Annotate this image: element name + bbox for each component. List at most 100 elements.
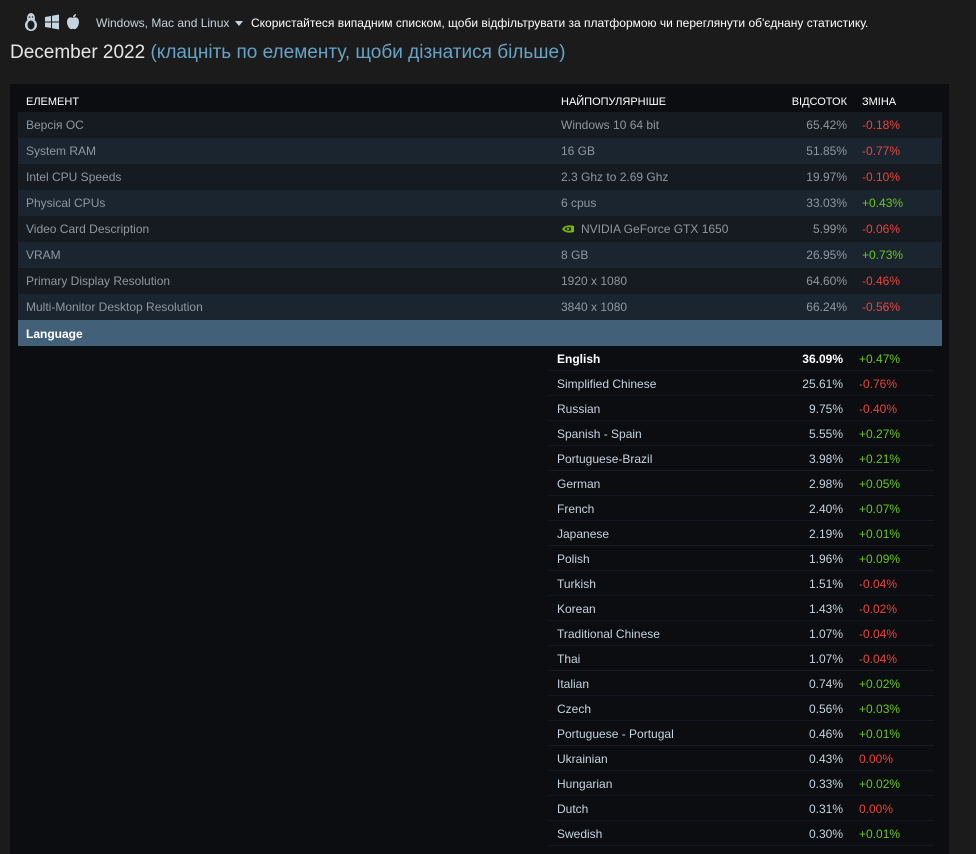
table-row[interactable]: Primary Display Resolution 1920 x 1080 6…	[18, 268, 942, 294]
language-change: +0.09%	[859, 552, 901, 566]
apple-icon[interactable]	[65, 13, 81, 31]
nvidia-icon	[562, 225, 574, 233]
row-percent: 19.97%	[806, 170, 847, 184]
row-change: -0.10%	[862, 170, 901, 184]
language-percent: 1.43%	[808, 602, 843, 616]
row-popular: 2.3 Ghz to 2.69 Ghz	[561, 170, 669, 184]
list-item: Czech 0.56% +0.03%	[549, 696, 934, 721]
table-row[interactable]: Intel CPU Speeds 2.3 Ghz to 2.69 Ghz 19.…	[18, 164, 942, 190]
language-percent: 0.46%	[808, 727, 843, 741]
language-percent: 0.74%	[808, 677, 843, 691]
language-name: Japanese	[557, 527, 610, 541]
language-name: German	[557, 477, 601, 491]
language-change: +0.02%	[859, 777, 901, 791]
language-change: -0.04%	[859, 627, 898, 641]
list-item: Thai 1.07% -0.04%	[549, 646, 934, 671]
row-percent: 5.99%	[812, 222, 847, 236]
language-percent: 5.55%	[808, 427, 843, 441]
table-row[interactable]: System RAM 16 GB 51.85% -0.77%	[18, 138, 942, 164]
language-name: Dutch	[557, 802, 589, 816]
language-name: Czech	[557, 702, 592, 716]
language-change: +0.07%	[859, 502, 901, 516]
language-name: Italian	[557, 677, 590, 691]
page-title: December 2022 (клацніть по елементу, щоб…	[10, 42, 565, 64]
list-item: Traditional Chinese 1.07% -0.04%	[549, 621, 934, 646]
language-name: Thai	[557, 652, 581, 666]
language-name: Polish	[557, 552, 590, 566]
row-item: Video Card Description	[26, 222, 150, 236]
header-item: ЕЛЕМЕНТ	[26, 96, 80, 108]
row-popular: Windows 10 64 bit	[561, 118, 660, 132]
row-change: +0.73%	[862, 248, 904, 262]
table-row[interactable]: Physical CPUs 6 cpus 33.03% +0.43%	[18, 190, 942, 216]
row-popular-text: NVIDIA GeForce GTX 1650	[581, 222, 729, 236]
language-percent: 0.30%	[808, 827, 843, 841]
list-item: German 2.98% +0.05%	[549, 471, 934, 496]
list-item: Simplified Chinese 25.61% -0.76%	[549, 371, 934, 396]
row-popular: 3840 x 1080	[561, 300, 628, 314]
language-section-header[interactable]: Language	[18, 320, 942, 346]
row-popular: NVIDIA GeForce GTX 1650	[561, 222, 728, 236]
platform-select[interactable]: Windows, Mac and Linux	[96, 16, 244, 30]
language-name: English	[557, 352, 601, 366]
list-item: Polish 1.96% +0.09%	[549, 546, 934, 571]
linux-icon[interactable]	[23, 12, 39, 32]
language-percent: 0.56%	[808, 702, 843, 716]
language-name: French	[557, 502, 595, 516]
language-percent: 1.07%	[808, 627, 843, 641]
row-percent: 66.24%	[806, 300, 847, 314]
language-percent: 25.61%	[802, 377, 843, 391]
language-percent: 0.33%	[808, 777, 843, 791]
language-change: 0.00%	[859, 752, 894, 766]
list-item: Turkish 1.51% -0.04%	[549, 571, 934, 596]
language-change: +0.02%	[859, 677, 901, 691]
language-name: Hungarian	[557, 777, 613, 791]
language-percent: 1.51%	[808, 577, 843, 591]
row-percent: 26.95%	[806, 248, 847, 262]
row-popular: 16 GB	[561, 144, 596, 158]
header-percent: ВІДСОТОК	[791, 96, 847, 108]
language-change: +0.01%	[859, 827, 901, 841]
list-item: French 2.40% +0.07%	[549, 496, 934, 521]
language-percent: 36.09%	[802, 352, 843, 366]
list-item: Swedish 0.30% +0.01%	[549, 821, 934, 846]
language-change: +0.47%	[859, 352, 901, 366]
language-change: -0.76%	[859, 377, 898, 391]
table-row[interactable]: Версія ОС Windows 10 64 bit 65.42% -0.18…	[18, 112, 942, 138]
language-percent: 0.43%	[808, 752, 843, 766]
language-percent: 1.07%	[808, 652, 843, 666]
windows-icon[interactable]	[43, 13, 61, 31]
language-change: +0.05%	[859, 477, 901, 491]
platform-select-label: Windows, Mac and Linux	[96, 16, 230, 30]
table-row[interactable]: Multi-Monitor Desktop Resolution 3840 x …	[18, 294, 942, 320]
row-item: Physical CPUs	[26, 196, 106, 210]
language-name: Simplified Chinese	[557, 377, 657, 391]
row-item: Версія ОС	[26, 118, 84, 132]
row-item: Intel CPU Speeds	[26, 170, 122, 184]
row-popular: 6 cpus	[561, 196, 597, 210]
row-percent: 51.85%	[806, 144, 847, 158]
table-row[interactable]: VRAM 8 GB 26.95% +0.73%	[18, 242, 942, 268]
row-item: VRAM	[26, 248, 61, 262]
table-row[interactable]: Video Card Description NVIDIA GeForce GT…	[18, 216, 942, 242]
platform-hint: Скористайтеся випадним списком, щоби від…	[251, 16, 869, 30]
language-name: Traditional Chinese	[557, 627, 660, 641]
list-item: Spanish - Spain 5.55% +0.27%	[549, 421, 934, 446]
list-item: Hungarian 0.33% +0.02%	[549, 771, 934, 796]
language-change: +0.21%	[859, 452, 901, 466]
language-change: -0.04%	[859, 652, 898, 666]
list-item: Dutch 0.31% 0.00%	[549, 796, 934, 821]
language-change: +0.01%	[859, 727, 901, 741]
row-popular: 8 GB	[561, 248, 589, 262]
row-popular: 1920 x 1080	[561, 274, 628, 288]
language-percent: 1.96%	[808, 552, 843, 566]
language-name: Russian	[557, 402, 601, 416]
language-header-label: Language	[26, 327, 83, 341]
row-change: -0.56%	[862, 300, 901, 314]
stats-table: ЕЛЕМЕНТ НАЙПОПУЛЯРНІШЕ ВІДСОТОК ЗМІНА Ве…	[18, 92, 942, 346]
stats-panel: ЕЛЕМЕНТ НАЙПОПУЛЯРНІШЕ ВІДСОТОК ЗМІНА Ве…	[10, 84, 949, 854]
language-name: Korean	[557, 602, 596, 616]
language-name: Swedish	[557, 827, 603, 841]
language-change: +0.03%	[859, 702, 901, 716]
row-change: -0.18%	[862, 118, 901, 132]
